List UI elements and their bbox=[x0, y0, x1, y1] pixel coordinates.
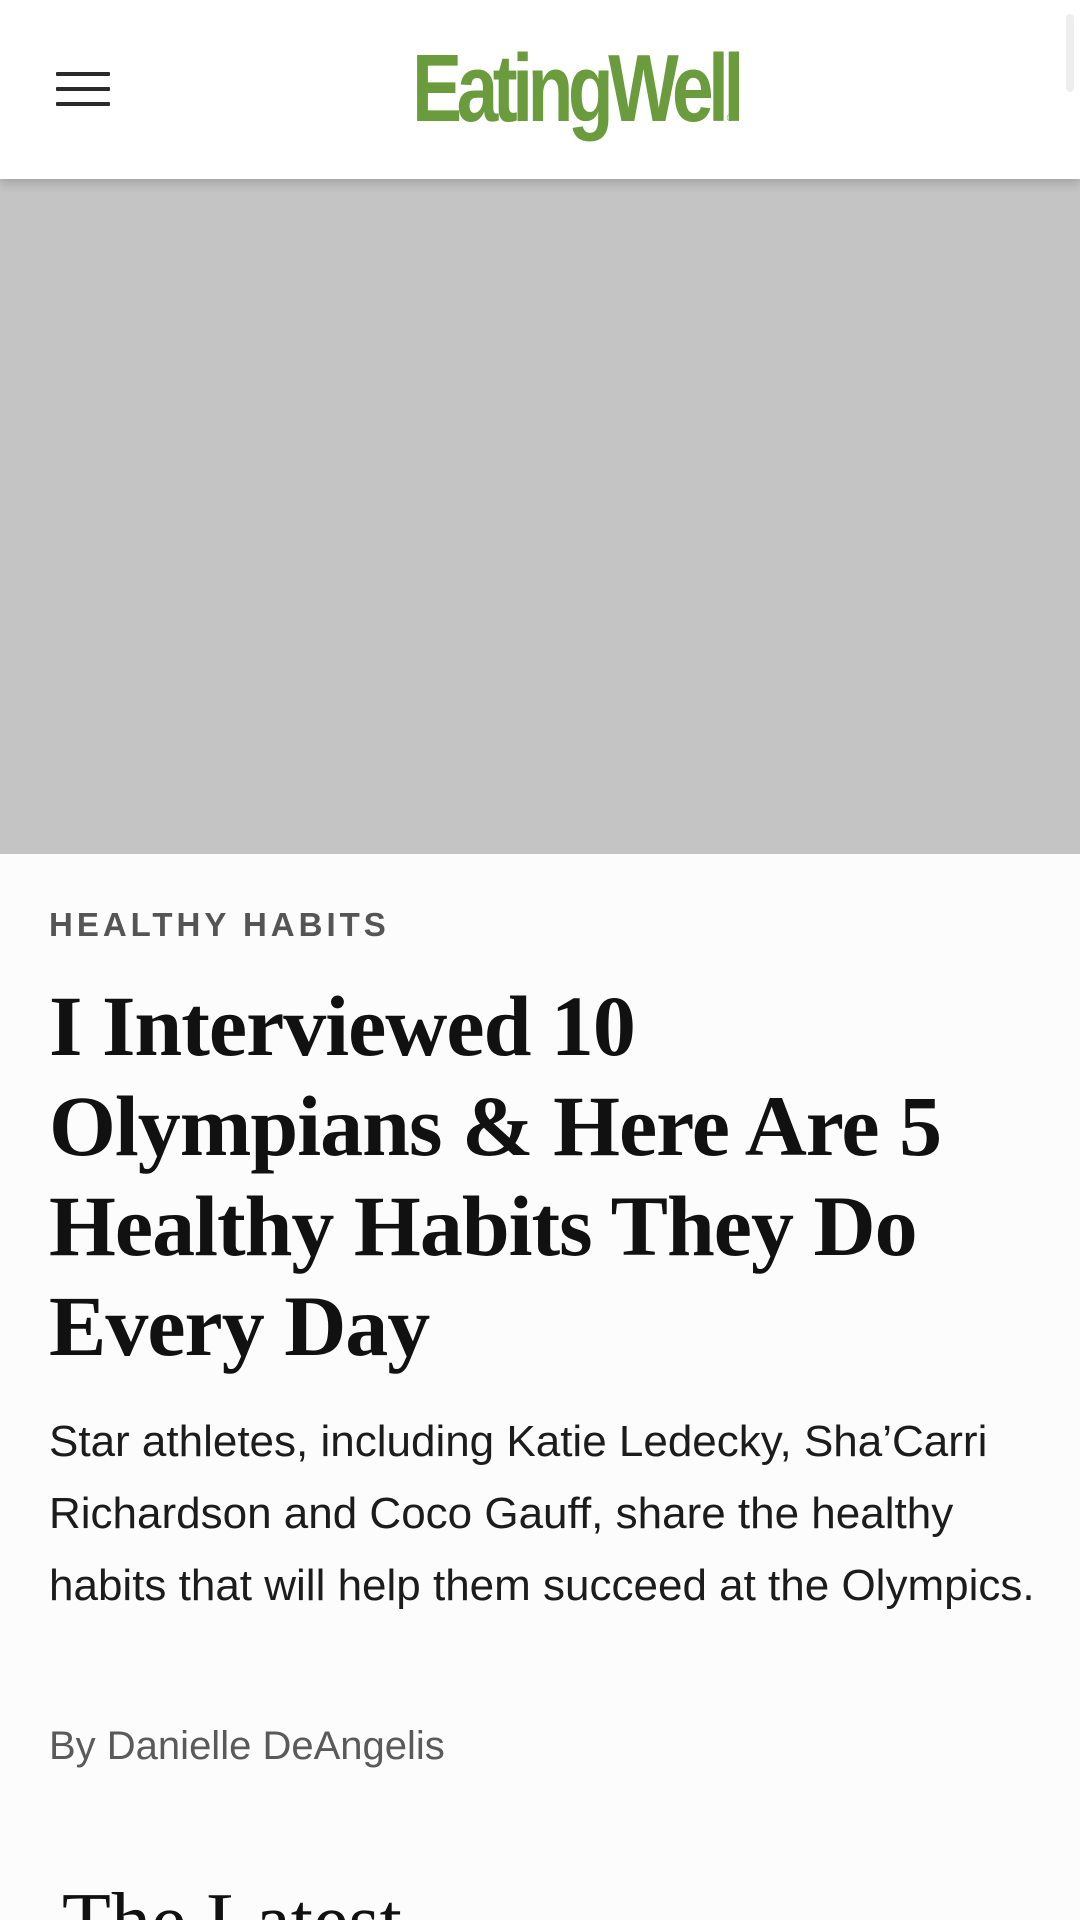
menu-bar bbox=[56, 87, 110, 91]
site-logo[interactable]: EatingWell ® bbox=[410, 34, 744, 144]
menu-bar bbox=[56, 72, 110, 76]
scrollbar-thumb[interactable] bbox=[1066, 14, 1074, 92]
logo-part-well: Well bbox=[607, 35, 744, 142]
byline: By Danielle DeAngelis bbox=[49, 1724, 445, 1769]
logo-wordmark: EatingWell bbox=[412, 41, 744, 137]
site-header: EatingWell ® bbox=[0, 0, 1080, 179]
logo-part-eating: Eating bbox=[411, 35, 614, 142]
hamburger-menu-icon[interactable] bbox=[52, 66, 114, 112]
menu-bar bbox=[56, 102, 110, 106]
hero-image-placeholder bbox=[0, 179, 1080, 854]
category-link[interactable]: HEALTHY HABITS bbox=[49, 906, 390, 944]
author-link[interactable]: Danielle DeAngelis bbox=[107, 1724, 445, 1768]
byline-prefix: By bbox=[49, 1724, 107, 1768]
article-headline: I Interviewed 10 Olympians & Here Are 5 … bbox=[49, 978, 942, 1374]
registered-mark: ® bbox=[726, 113, 734, 124]
article-dek: Star athletes, including Katie Ledecky, … bbox=[49, 1417, 1035, 1610]
latest-section-heading: The Latest bbox=[62, 1872, 402, 1920]
